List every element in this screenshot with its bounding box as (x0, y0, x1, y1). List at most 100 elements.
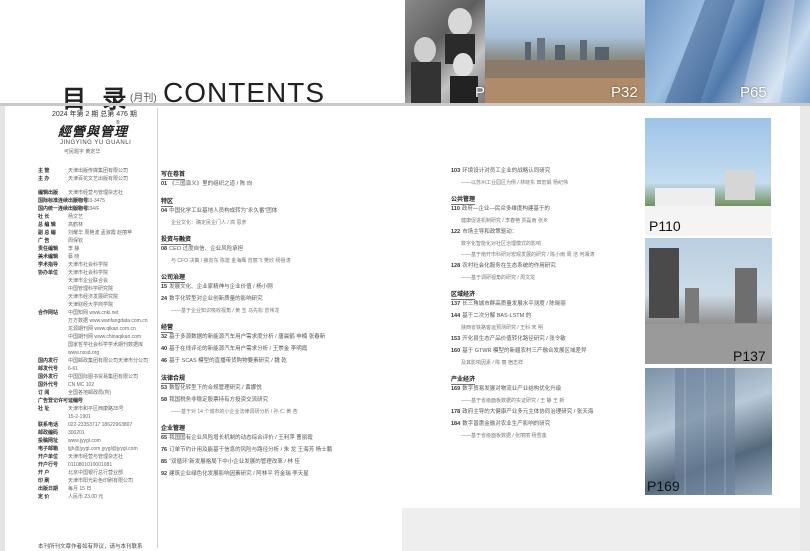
page-number: 01 (161, 181, 168, 187)
masthead-value: 6-61 (68, 366, 79, 372)
toc-entry[interactable]: 122 市场主导和政策驱动： (451, 229, 517, 236)
toc-entry[interactable]: 08 CEO 过度自信、企业风险承担 (161, 246, 243, 253)
masthead-row: 副 总 编 刘耀华 周艳波 孟淑霞 赵丽苹 (38, 230, 132, 236)
toc-entry[interactable]: 04 中国化学工业基地人员构成转为“永久番”团体 (161, 208, 277, 215)
toc-entry[interactable]: 178 政府主导的大健康产业多元主体协同治理研究 / 张天海 (451, 409, 593, 416)
entry-title: 市场主导和政策驱动： (462, 229, 518, 235)
masthead-value: 天津市社会科学院 (68, 270, 109, 276)
masthead-key: 学术指导 (38, 262, 59, 268)
masthead-key: 协办单位 (38, 270, 59, 276)
masthead-value: 天津市经营与管理杂志社 (68, 190, 124, 196)
masthead-key: 国内统一连续出版物号 (38, 206, 89, 212)
page-number: 04 (161, 208, 168, 214)
entry-title: 数智化转型下的合规管理研究 / 黄娜悦 (169, 385, 262, 391)
title-monthly: (月刊) (130, 93, 157, 104)
toc-entry[interactable]: 92 建筑企业绿色化发展影响因素研究 / 阿林平 符金瑞 李天星 (161, 471, 309, 478)
page-number: 153 (451, 336, 461, 342)
toc-entry[interactable]: 169 数字贸易发展对物流业产业结构优化升级 (451, 386, 561, 393)
entry-subtitle: ——基于南开市科研对宏观发展的研究 / 陈小雨 周 洁 何湘涛 (461, 252, 595, 258)
entry-subtitle: 数字化智能化对社区治理模式的影响 (461, 241, 542, 247)
section-heading: 区域经济 (451, 289, 476, 300)
toc-entry[interactable]: 85 “双循环”新发展格局下中小企业发展的管理改革 / 林 佳 (161, 459, 300, 466)
side-label-p169: P169 (647, 478, 680, 494)
toc-entry[interactable]: 76 订单节约计用及能基于信息的风险与路径分析 / 朱 龙 王海芳 杨士鹏 (161, 447, 332, 454)
issue-number: 2024 年第 2 期 总第 476 期 (52, 111, 137, 118)
entry-title: 农村社会化服务在生态系统的作用研究 (462, 263, 556, 269)
toc-entry[interactable]: 160 基于 GTWR 模型的新疆农村三产融合发展区域差异 (451, 348, 587, 355)
masthead-key: 总 编 辑 (38, 222, 56, 228)
masthead-key: 国外代号 (38, 382, 59, 388)
masthead-row: 学术指导 天津市社会科学院 (38, 262, 108, 268)
photo-historical-portraits: P04 (405, 0, 485, 103)
toc-entry[interactable]: 110 政府—企业—民众多维度构建基于的 (451, 206, 550, 213)
photo-glass-tower: P65 (645, 0, 810, 103)
toc-entry[interactable]: 24 数字化转型对企业创新质量的影响研究 (161, 296, 263, 303)
masthead-value: 中国邮政集团有限公司天津市分公司 (68, 358, 149, 364)
masthead-row: 天津财经大学商学院 (38, 302, 113, 308)
page-number: 92 (161, 471, 168, 477)
masthead-row: 龙源期刊网 www.qikan.com.cn (38, 326, 136, 332)
masthead-key: 电子邮箱 (38, 446, 59, 452)
entry-title: 订单节约计用及能基于信息的风险与路径分析 / 朱 龙 王海芳 杨士鹏 (169, 447, 333, 453)
entry-title: 我国税务非稳定股票持有方投资交流研究 (169, 397, 269, 403)
masthead-value: 刘耀华 周艳波 孟淑霞 赵丽苹 (68, 230, 133, 236)
masthead-row: 联系电话 022-23353717 18622963807 (38, 422, 132, 428)
masthead-value: 022-23353717 18622963807 (68, 422, 133, 428)
masthead-value: CN MC 102 (68, 382, 95, 388)
page-number: 58 (161, 397, 168, 403)
toc-entry[interactable]: 58 我国税务非稳定股票持有方投资交流研究 (161, 397, 268, 404)
masthead-row: 15-2-1901 (38, 414, 91, 420)
entry-title: 基于 GTWR 模型的新疆农村三产融合发展区域差异 (462, 348, 587, 354)
masthead-value: 天津市企业联合会 (68, 278, 109, 284)
toc-entry[interactable]: 137 长三角城市群高质量发展水平测度 / 陈晓丽 (451, 301, 566, 308)
toc-entry[interactable]: 153 开化县生态产品价值转化路径研究 / 张令敏 (451, 336, 566, 343)
left-page-edge (0, 106, 5, 551)
toc-entry[interactable]: 144 基于二次分解 BAS-LSTM 的 (451, 313, 531, 320)
section-heading: 公司治理 (161, 272, 186, 283)
side-label-p110: P110 (649, 218, 681, 234)
masthead-value: 天津市经营与管理杂志社 (68, 454, 124, 460)
toc-entry[interactable]: 128 农村社会化服务在生态系统的作用研究 (451, 263, 556, 270)
toc-entry[interactable]: 40 基于在线评论的新能源汽车用户需求分析 / 王崇金 李明霞 (161, 346, 307, 353)
masthead-key: 主 办 (38, 176, 50, 182)
page-number: 40 (161, 346, 168, 352)
entry-title: 基于多源数据的新能源汽车用户需求度分析 / 唐晨鹤 申楠 张春新 (169, 334, 326, 340)
masthead-value: 国家哲学社会科学学术期刊数据库 (68, 342, 144, 348)
toc-entry[interactable]: 32 基于多源数据的新能源汽车用户需求度分析 / 唐晨鹤 申楠 张春新 (161, 334, 325, 341)
toc-entry[interactable]: 01 《三国演义》里的组织之道 / 陈 向 (161, 181, 252, 188)
toc-entry[interactable]: 65 我国国有企业风险增长机制的动态综合评价 / 王利萍 曹丽霞 (161, 435, 313, 442)
page-number: 24 (161, 296, 168, 302)
toc-entry[interactable]: 46 基于 SCAS 模型的直播带货购物要素研究 / 魏 乾 (161, 358, 287, 365)
masthead-key: 副 总 编 (38, 230, 56, 236)
masthead-value: 中国知网 www.cnki.net (68, 310, 119, 316)
masthead-value: 高鹤林 (68, 222, 84, 228)
page-number: 178 (451, 409, 461, 415)
masthead-value: 天津市阳光彩色印刷有限公司 (68, 478, 134, 484)
masthead-value: 天津财经大学商学院 (68, 302, 114, 308)
section-heading: 公共管理 (451, 194, 476, 205)
masthead-key: 订 阅 (38, 390, 50, 396)
masthead-value: tjjh@jyygl.com jyygl@jyygl.com (68, 446, 138, 452)
masthead-value: 1018 (68, 398, 80, 404)
column-divider (157, 108, 158, 548)
side-photo-campus: P110 (645, 118, 771, 236)
masthead-row: 协办单位 天津市社会科学院 (38, 270, 108, 276)
entry-title: 基于在线评论的新能源汽车用户需求分析 / 王崇金 李明霞 (169, 346, 308, 352)
entry-title: 基于二次分解 BAS-LSTM 的 (462, 313, 532, 319)
masthead-value: 天津市经济发展研究院 (68, 294, 119, 300)
toc-entry[interactable]: 103 环境设计对员工企业的战略认同研究 (451, 168, 550, 175)
page-number: 85 (161, 459, 168, 465)
page-number: 32 (161, 334, 168, 340)
toc-entry[interactable]: 15 发展文化、企业家精神与企业价值 / 杨小刚 (161, 284, 273, 291)
masthead-value: 15-2-1901 (68, 414, 91, 420)
photo-label-p65: P65 (740, 84, 767, 101)
masthead-key: 国内发行 (38, 358, 59, 364)
masthead-value: 中国管理科学研究院 (68, 286, 114, 292)
masthead-key: 主 管 (38, 168, 50, 174)
toc-entry[interactable]: 184 数字普惠金融对农业生产影响的研究 (451, 421, 550, 428)
page-number: 15 (161, 284, 168, 290)
toc-entry[interactable]: 53 数智化转型下的合规管理研究 / 黄娜悦 (161, 385, 262, 392)
masthead-key: 国际标准连续出版物号 (38, 198, 89, 204)
entry-title: 政府主导的大健康产业多元主体协同治理研究 / 张天海 (462, 409, 594, 415)
page-number: 144 (451, 313, 461, 319)
